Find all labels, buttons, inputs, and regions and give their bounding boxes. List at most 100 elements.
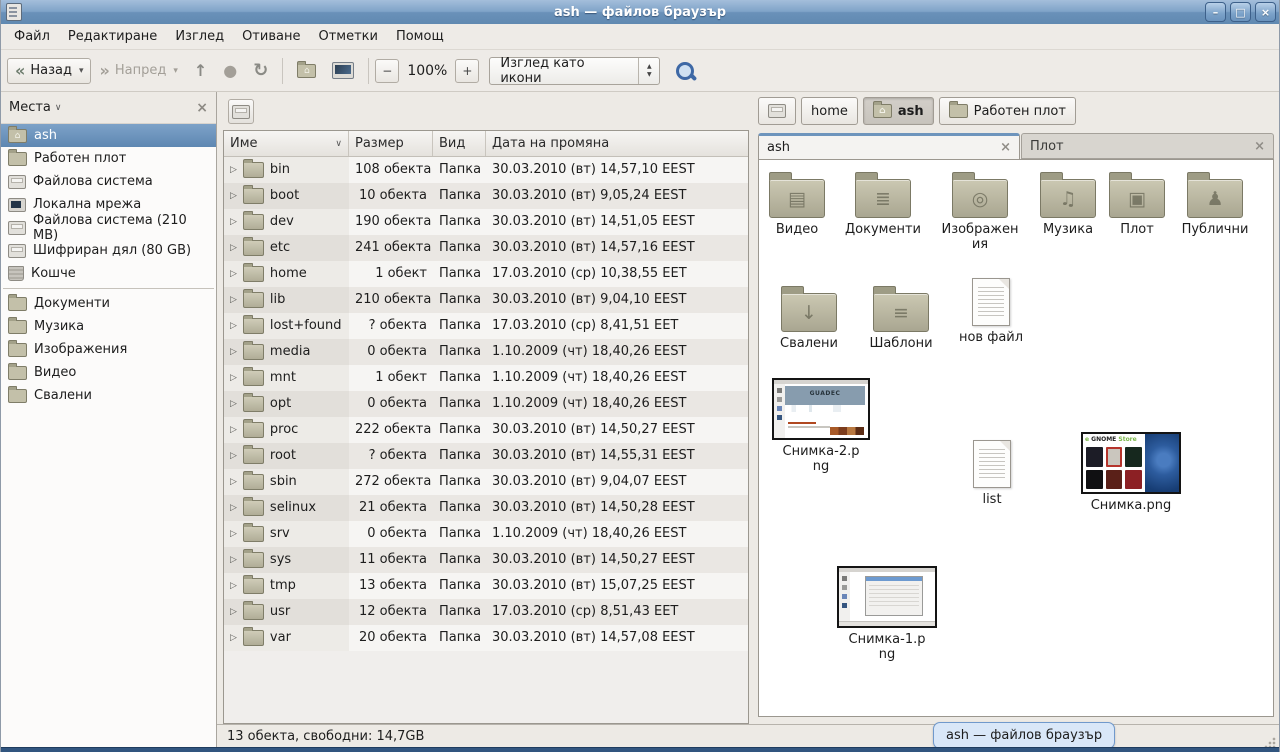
path-button-home[interactable]: home xyxy=(801,97,858,125)
table-row[interactable]: ▷etc241 обектаПапка30.03.2010 (вт) 14,57… xyxy=(224,235,748,261)
sidebar-item-documents[interactable]: Документи xyxy=(1,292,216,315)
stop-button[interactable]: ● xyxy=(215,58,245,84)
table-row[interactable]: ▷tmp13 обектаПапка30.03.2010 (вт) 15,07,… xyxy=(224,573,748,599)
expander-icon[interactable]: ▷ xyxy=(230,235,237,261)
sidebar-item-music[interactable]: Музика xyxy=(1,315,216,338)
expander-icon[interactable]: ▷ xyxy=(230,573,237,599)
view-mode-combobox[interactable]: Изглед като икони ▲▼ xyxy=(489,57,660,85)
left-pane-root-button[interactable] xyxy=(228,99,254,124)
table-row[interactable]: ▷lost+found? обектаПапка17.03.2010 (ср) … xyxy=(224,313,748,339)
icon-item-snimka-1[interactable]: Снимка-1.png xyxy=(835,566,939,662)
table-row[interactable]: ▷sbin272 обектаПапка30.03.2010 (вт) 9,04… xyxy=(224,469,748,495)
table-row[interactable]: ▷root? обектаПапка30.03.2010 (вт) 14,55,… xyxy=(224,443,748,469)
icon-item-video[interactable]: ▤ Видео xyxy=(761,168,833,237)
table-row[interactable]: ▷selinux21 обектаПапка30.03.2010 (вт) 14… xyxy=(224,495,748,521)
titlebar[interactable]: ash — файлов браузър – □ × xyxy=(1,0,1279,25)
path-button-desktop[interactable]: Работен плот xyxy=(939,97,1076,125)
expander-icon[interactable]: ▷ xyxy=(230,521,237,547)
combobox-stepper-icon[interactable]: ▲▼ xyxy=(638,58,659,84)
expander-icon[interactable]: ▷ xyxy=(230,547,237,573)
icon-item-music[interactable]: ♫ Музика xyxy=(1029,168,1107,237)
sidebar-item-filesystem[interactable]: Файлова система xyxy=(1,170,216,193)
path-button-ash[interactable]: ⌂ ash xyxy=(863,97,934,125)
column-header-kind[interactable]: Вид xyxy=(433,131,486,156)
table-row[interactable]: ▷proc222 обектаПапка30.03.2010 (вт) 14,5… xyxy=(224,417,748,443)
back-button[interactable]: « Назад ▾ xyxy=(7,58,91,84)
reload-button[interactable]: ↻ xyxy=(245,58,276,84)
table-row[interactable]: ▷usr12 обектаПапка17.03.2010 (ср) 8,51,4… xyxy=(224,599,748,625)
expander-icon[interactable]: ▷ xyxy=(230,365,237,391)
tab-desktop[interactable]: Плот × xyxy=(1021,133,1274,159)
expander-icon[interactable]: ▷ xyxy=(230,209,237,235)
expander-icon[interactable]: ▷ xyxy=(230,157,237,183)
icon-item-pictures[interactable]: ◎ Изображения xyxy=(937,168,1023,252)
sidebar-item-trash[interactable]: Кошче xyxy=(1,262,216,285)
column-header-name[interactable]: Име∨ xyxy=(224,131,349,156)
table-row[interactable]: ▷dev190 обектаПапка30.03.2010 (вт) 14,51… xyxy=(224,209,748,235)
home-button[interactable]: ⌂ xyxy=(289,58,324,84)
icon-item-snimka-2[interactable]: GUADEC Снимка-2.png xyxy=(769,378,873,474)
table-row[interactable]: ▷mnt1 обектПапка1.10.2009 (чт) 18,40,26 … xyxy=(224,365,748,391)
expander-icon[interactable]: ▷ xyxy=(230,261,237,287)
icon-item-documents[interactable]: ≣ Документи xyxy=(835,168,931,237)
sidebar-item-desktop[interactable]: Работен плот xyxy=(1,147,216,170)
expander-icon[interactable]: ▷ xyxy=(230,599,237,625)
expander-icon[interactable]: ▷ xyxy=(230,417,237,443)
expander-icon[interactable]: ▷ xyxy=(230,339,237,365)
expander-icon[interactable]: ▷ xyxy=(230,183,237,209)
maximize-button[interactable]: □ xyxy=(1230,2,1251,22)
zoom-in-button[interactable]: + xyxy=(455,59,479,83)
close-button[interactable]: × xyxy=(1255,2,1276,22)
expander-icon[interactable]: ▷ xyxy=(230,391,237,417)
path-button-root[interactable] xyxy=(758,97,796,125)
expander-icon[interactable]: ▷ xyxy=(230,287,237,313)
column-header-size[interactable]: Размер xyxy=(349,131,433,156)
icon-item-new-file[interactable]: нов файл xyxy=(949,278,1033,345)
menu-edit[interactable]: Редактиране xyxy=(59,26,166,47)
table-row[interactable]: ▷sys11 обектаПапка30.03.2010 (вт) 14,50,… xyxy=(224,547,748,573)
search-button[interactable] xyxy=(672,58,698,84)
menu-file[interactable]: Файл xyxy=(5,26,59,47)
icon-item-desktop[interactable]: ▣ Плот xyxy=(1107,168,1167,237)
sidebar-item-filesystem-210mb[interactable]: Файлова система (210 MB) xyxy=(1,216,216,239)
table-row[interactable]: ▷bin108 обектаПапка30.03.2010 (вт) 14,57… xyxy=(224,157,748,183)
expander-icon[interactable]: ▷ xyxy=(230,313,237,339)
expander-icon[interactable]: ▷ xyxy=(230,469,237,495)
sidebar-item-pictures[interactable]: Изображения xyxy=(1,338,216,361)
sidebar-close-icon[interactable]: × xyxy=(196,100,208,116)
table-row[interactable]: ▷opt0 обектаПапка1.10.2009 (чт) 18,40,26… xyxy=(224,391,748,417)
table-row[interactable]: ▷media0 обектаПапка1.10.2009 (чт) 18,40,… xyxy=(224,339,748,365)
menu-bookmarks[interactable]: Отметки xyxy=(309,26,386,47)
tab-ash[interactable]: ash × xyxy=(758,133,1020,159)
sidebar-item-video[interactable]: Видео xyxy=(1,361,216,384)
column-header-date[interactable]: Дата на промяна xyxy=(486,131,748,156)
expander-icon[interactable]: ▷ xyxy=(230,443,237,469)
menu-help[interactable]: Помощ xyxy=(387,26,453,47)
zoom-out-button[interactable]: − xyxy=(375,59,399,83)
menu-view[interactable]: Изглед xyxy=(166,26,233,47)
icon-item-list[interactable]: list xyxy=(957,440,1027,507)
expander-icon[interactable]: ▷ xyxy=(230,625,237,651)
back-dropdown-icon[interactable]: ▾ xyxy=(79,66,84,76)
table-row[interactable]: ▷home1 обектПапка17.03.2010 (ср) 10,38,5… xyxy=(224,261,748,287)
icon-item-public[interactable]: ♟ Публични xyxy=(1169,168,1261,237)
table-row[interactable]: ▷boot10 обектаПапка30.03.2010 (вт) 9,05,… xyxy=(224,183,748,209)
tab-close-icon[interactable]: × xyxy=(1254,139,1265,154)
icon-item-snimka[interactable]: e GNOME Store Снимка.png xyxy=(1077,432,1185,513)
pane-splitter[interactable] xyxy=(749,92,758,724)
computer-button[interactable] xyxy=(324,58,362,84)
sidebar-item-downloads[interactable]: Свалени xyxy=(1,384,216,407)
tab-close-icon[interactable]: × xyxy=(1000,140,1011,155)
menu-go[interactable]: Отиване xyxy=(233,26,309,47)
forward-button[interactable]: » Напред ▾ xyxy=(91,58,185,84)
sidebar-mode-selector[interactable]: Места ∨ xyxy=(9,100,62,115)
icon-item-templates[interactable]: ≡ Шаблони xyxy=(857,282,945,351)
sidebar-item-ash[interactable]: ⌂ ash xyxy=(1,124,216,147)
expander-icon[interactable]: ▷ xyxy=(230,495,237,521)
sidebar-item-encrypted-80gb[interactable]: Шифриран дял (80 GB) xyxy=(1,239,216,262)
table-row[interactable]: ▷lib210 обектаПапка30.03.2010 (вт) 9,04,… xyxy=(224,287,748,313)
icon-item-downloads[interactable]: ↓ Свалени xyxy=(767,282,851,351)
table-row[interactable]: ▷var20 обектаПапка30.03.2010 (вт) 14,57,… xyxy=(224,625,748,651)
minimize-button[interactable]: – xyxy=(1205,2,1226,22)
up-button[interactable]: ↑ xyxy=(186,58,215,84)
